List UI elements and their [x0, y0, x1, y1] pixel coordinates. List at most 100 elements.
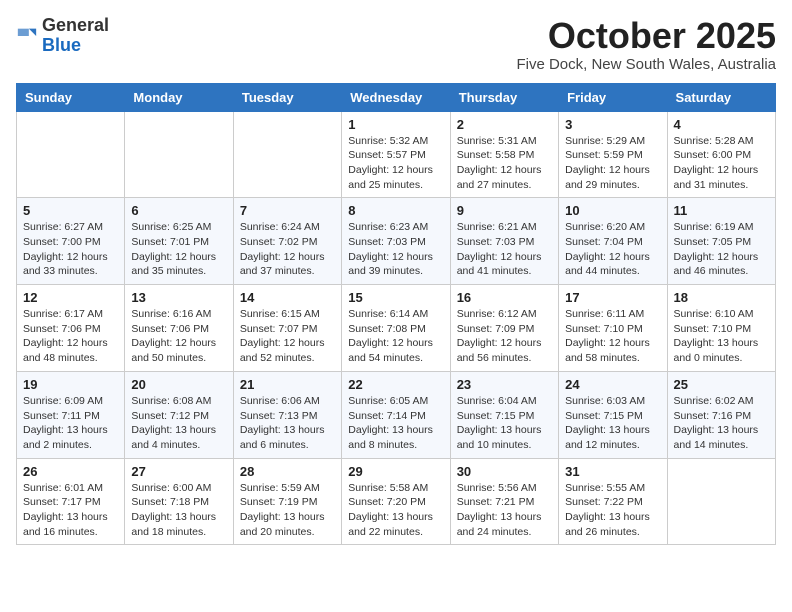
calendar-cell: 3Sunrise: 5:29 AM Sunset: 5:59 PM Daylig…: [559, 111, 667, 198]
day-number: 12: [23, 290, 118, 305]
calendar-cell: 14 Sunrise: 6:15 AM Sunset: 7:07 PM Dayli…: [233, 285, 341, 372]
day-number: 2: [457, 117, 552, 132]
day-number: 21: [240, 377, 335, 392]
week-row-1: 1 Sunrise: 5:32 AM Sunset: 5:57 PM Daylig…: [17, 111, 776, 198]
day-detail: Sunrise: 6:08 AM Sunset: 7:12 PM Dayligh…: [131, 394, 226, 453]
calendar-cell: 15Sunrise: 6:14 AM Sunset: 7:08 PM Dayli…: [342, 285, 450, 372]
calendar-cell: 25 Sunrise: 6:02 AM Sunset: 7:16 PM Dayli…: [667, 371, 775, 458]
logo-blue: Blue: [42, 35, 81, 55]
day-number: 14: [240, 290, 335, 305]
calendar-cell: 27 Sunrise: 6:00 AM Sunset: 7:18 PM Dayli…: [125, 458, 233, 545]
calendar-cell: 13 Sunrise: 6:16 AM Sunset: 7:06 PM Dayli…: [125, 285, 233, 372]
day-detail: Sunrise: 5:32 AM Sunset: 5:57 PM Dayligh…: [348, 134, 443, 193]
day-number: 31: [565, 464, 660, 479]
calendar-cell: 24Sunrise: 6:03 AM Sunset: 7:15 PM Dayli…: [559, 371, 667, 458]
day-number: 4: [674, 117, 769, 132]
day-number: 15: [348, 290, 443, 305]
month-title: October 2025: [516, 16, 776, 56]
day-number: 23: [457, 377, 552, 392]
logo-icon: [16, 25, 38, 47]
calendar-cell: [17, 111, 125, 198]
calendar-cell: 2 Sunrise: 5:31 AM Sunset: 5:58 PM Daylig…: [450, 111, 558, 198]
calendar-cell: 18Sunrise: 6:10 AM Sunset: 7:10 PM Dayli…: [667, 285, 775, 372]
day-detail: Sunrise: 6:03 AM Sunset: 7:15 PM Dayligh…: [565, 394, 660, 453]
day-detail: Sunrise: 5:59 AM Sunset: 7:19 PM Dayligh…: [240, 481, 335, 540]
day-number: 17: [565, 290, 660, 305]
day-detail: Sunrise: 6:00 AM Sunset: 7:18 PM Dayligh…: [131, 481, 226, 540]
calendar-cell: 28Sunrise: 5:59 AM Sunset: 7:19 PM Dayli…: [233, 458, 341, 545]
weekday-header-saturday: Saturday: [667, 83, 775, 111]
calendar: SundayMondayTuesdayWednesdayThursdayFrid…: [16, 83, 776, 546]
day-detail: Sunrise: 6:25 AM Sunset: 7:01 PM Dayligh…: [131, 220, 226, 279]
logo: General Blue: [16, 16, 109, 56]
calendar-cell: 12 Sunrise: 6:17 AM Sunset: 7:06 PM Dayli…: [17, 285, 125, 372]
calendar-cell: [667, 458, 775, 545]
day-detail: Sunrise: 6:06 AM Sunset: 7:13 PM Dayligh…: [240, 394, 335, 453]
title-block: October 2025 Five Dock, New South Wales,…: [516, 16, 776, 73]
week-row-4: 19 Sunrise: 6:09 AM Sunset: 7:11 PM Dayli…: [17, 371, 776, 458]
calendar-cell: 26 Sunrise: 6:01 AM Sunset: 7:17 PM Dayli…: [17, 458, 125, 545]
day-detail: Sunrise: 5:56 AM Sunset: 7:21 PM Dayligh…: [457, 481, 552, 540]
day-number: 1: [348, 117, 443, 132]
day-detail: Sunrise: 6:15 AM Sunset: 7:07 PM Dayligh…: [240, 307, 335, 366]
day-detail: Sunrise: 6:05 AM Sunset: 7:14 PM Dayligh…: [348, 394, 443, 453]
week-row-3: 12 Sunrise: 6:17 AM Sunset: 7:06 PM Dayli…: [17, 285, 776, 372]
day-number: 5: [23, 203, 118, 218]
calendar-cell: 23 Sunrise: 6:04 AM Sunset: 7:15 PM Dayli…: [450, 371, 558, 458]
calendar-cell: 1 Sunrise: 5:32 AM Sunset: 5:57 PM Daylig…: [342, 111, 450, 198]
weekday-header-wednesday: Wednesday: [342, 83, 450, 111]
calendar-cell: 11Sunrise: 6:19 AM Sunset: 7:05 PM Dayli…: [667, 198, 775, 285]
weekday-header-friday: Friday: [559, 83, 667, 111]
day-detail: Sunrise: 5:31 AM Sunset: 5:58 PM Dayligh…: [457, 134, 552, 193]
day-number: 13: [131, 290, 226, 305]
day-detail: Sunrise: 6:01 AM Sunset: 7:17 PM Dayligh…: [23, 481, 118, 540]
day-detail: Sunrise: 6:17 AM Sunset: 7:06 PM Dayligh…: [23, 307, 118, 366]
day-number: 19: [23, 377, 118, 392]
day-number: 26: [23, 464, 118, 479]
weekday-header-tuesday: Tuesday: [233, 83, 341, 111]
calendar-cell: 20Sunrise: 6:08 AM Sunset: 7:12 PM Dayli…: [125, 371, 233, 458]
day-detail: Sunrise: 6:24 AM Sunset: 7:02 PM Dayligh…: [240, 220, 335, 279]
calendar-cell: 4Sunrise: 5:28 AM Sunset: 6:00 PM Daylig…: [667, 111, 775, 198]
calendar-cell: 31 Sunrise: 5:55 AM Sunset: 7:22 PM Dayli…: [559, 458, 667, 545]
location: Five Dock, New South Wales, Australia: [516, 56, 776, 73]
calendar-cell: 22Sunrise: 6:05 AM Sunset: 7:14 PM Dayli…: [342, 371, 450, 458]
day-detail: Sunrise: 6:02 AM Sunset: 7:16 PM Dayligh…: [674, 394, 769, 453]
day-detail: Sunrise: 6:09 AM Sunset: 7:11 PM Dayligh…: [23, 394, 118, 453]
calendar-cell: 16 Sunrise: 6:12 AM Sunset: 7:09 PM Dayli…: [450, 285, 558, 372]
calendar-cell: 5 Sunrise: 6:27 AM Sunset: 7:00 PM Daylig…: [17, 198, 125, 285]
day-number: 30: [457, 464, 552, 479]
week-row-2: 5 Sunrise: 6:27 AM Sunset: 7:00 PM Daylig…: [17, 198, 776, 285]
calendar-cell: 17Sunrise: 6:11 AM Sunset: 7:10 PM Dayli…: [559, 285, 667, 372]
calendar-cell: 8 Sunrise: 6:23 AM Sunset: 7:03 PM Daylig…: [342, 198, 450, 285]
day-number: 16: [457, 290, 552, 305]
calendar-cell: 29Sunrise: 5:58 AM Sunset: 7:20 PM Dayli…: [342, 458, 450, 545]
calendar-cell: 7Sunrise: 6:24 AM Sunset: 7:02 PM Daylig…: [233, 198, 341, 285]
calendar-cell: 6 Sunrise: 6:25 AM Sunset: 7:01 PM Daylig…: [125, 198, 233, 285]
weekday-header-thursday: Thursday: [450, 83, 558, 111]
day-detail: Sunrise: 6:04 AM Sunset: 7:15 PM Dayligh…: [457, 394, 552, 453]
day-detail: Sunrise: 5:55 AM Sunset: 7:22 PM Dayligh…: [565, 481, 660, 540]
calendar-cell: 21 Sunrise: 6:06 AM Sunset: 7:13 PM Dayli…: [233, 371, 341, 458]
day-detail: Sunrise: 6:21 AM Sunset: 7:03 PM Dayligh…: [457, 220, 552, 279]
day-detail: Sunrise: 6:20 AM Sunset: 7:04 PM Dayligh…: [565, 220, 660, 279]
day-detail: Sunrise: 5:58 AM Sunset: 7:20 PM Dayligh…: [348, 481, 443, 540]
calendar-cell: 19 Sunrise: 6:09 AM Sunset: 7:11 PM Dayli…: [17, 371, 125, 458]
calendar-cell: [125, 111, 233, 198]
day-number: 25: [674, 377, 769, 392]
day-number: 8: [348, 203, 443, 218]
day-detail: Sunrise: 6:23 AM Sunset: 7:03 PM Dayligh…: [348, 220, 443, 279]
day-detail: Sunrise: 6:16 AM Sunset: 7:06 PM Dayligh…: [131, 307, 226, 366]
day-detail: Sunrise: 6:27 AM Sunset: 7:00 PM Dayligh…: [23, 220, 118, 279]
calendar-cell: 9 Sunrise: 6:21 AM Sunset: 7:03 PM Daylig…: [450, 198, 558, 285]
day-detail: Sunrise: 5:29 AM Sunset: 5:59 PM Dayligh…: [565, 134, 660, 193]
logo-text: General Blue: [42, 16, 109, 56]
day-detail: Sunrise: 6:12 AM Sunset: 7:09 PM Dayligh…: [457, 307, 552, 366]
day-number: 27: [131, 464, 226, 479]
day-number: 6: [131, 203, 226, 218]
weekday-header-row: SundayMondayTuesdayWednesdayThursdayFrid…: [17, 83, 776, 111]
day-number: 11: [674, 203, 769, 218]
weekday-header-monday: Monday: [125, 83, 233, 111]
day-number: 18: [674, 290, 769, 305]
day-number: 9: [457, 203, 552, 218]
